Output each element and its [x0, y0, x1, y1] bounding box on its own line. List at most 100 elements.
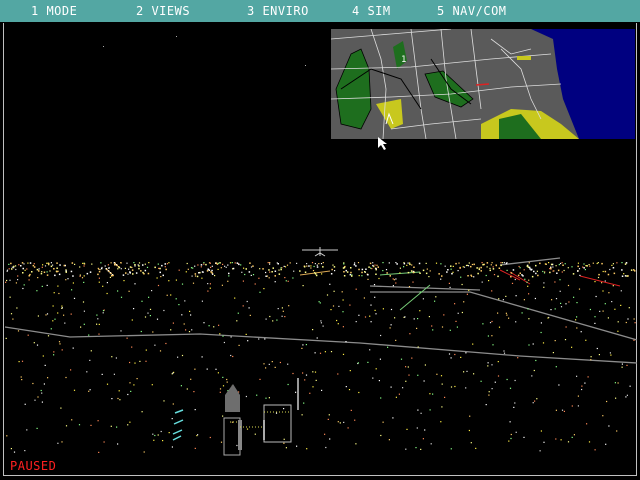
- city-light: [583, 263, 585, 265]
- city-light: [568, 301, 570, 303]
- city-light: [576, 316, 578, 318]
- city-light: [450, 268, 452, 270]
- city-light: [488, 280, 490, 282]
- city-light: [559, 262, 562, 265]
- city-light: [419, 291, 421, 293]
- city-light: [310, 267, 312, 269]
- city-light: [181, 283, 184, 285]
- city-light: [409, 262, 411, 264]
- city-light: [491, 388, 493, 390]
- city-light: [15, 265, 17, 267]
- city-light: [380, 397, 382, 399]
- city-light: [406, 264, 408, 266]
- city-light: [86, 272, 89, 275]
- city-light: [364, 271, 366, 273]
- city-light: [203, 322, 205, 324]
- city-light: [99, 269, 101, 271]
- city-light: [342, 353, 345, 355]
- city-light: [117, 397, 119, 400]
- city-light: [136, 378, 138, 380]
- city-light: [590, 359, 592, 361]
- city-light: [429, 393, 431, 395]
- city-light: [158, 267, 160, 269]
- city-light: [97, 273, 99, 276]
- city-light: [314, 371, 317, 373]
- city-light: [269, 315, 271, 318]
- city-light: [440, 421, 442, 423]
- city-light: [330, 309, 332, 311]
- city-light: [228, 275, 230, 277]
- city-light: [407, 262, 409, 264]
- city-light: [238, 344, 240, 346]
- city-light: [482, 323, 484, 325]
- city-light: [576, 302, 578, 304]
- city-light: [269, 262, 271, 264]
- city-light: [454, 303, 456, 305]
- city-light: [510, 272, 513, 274]
- city-light: [491, 335, 493, 337]
- city-light: [350, 271, 352, 274]
- nav-map[interactable]: 1: [331, 29, 635, 139]
- city-light: [493, 274, 496, 276]
- city-light: [390, 308, 393, 311]
- city-light: [333, 266, 336, 268]
- city-light: [318, 301, 320, 303]
- city-light: [561, 262, 563, 264]
- city-light: [463, 301, 465, 303]
- city-light: [224, 265, 226, 267]
- city-light: [281, 315, 283, 317]
- city-light: [528, 262, 530, 264]
- city-light: [147, 312, 149, 314]
- city-light: [23, 263, 25, 265]
- city-light: [217, 372, 219, 374]
- city-light: [540, 331, 542, 334]
- city-light: [209, 287, 211, 289]
- city-light: [98, 277, 100, 279]
- city-light: [633, 318, 635, 320]
- city-light: [386, 272, 388, 274]
- city-light: [476, 267, 478, 269]
- city-light: [455, 320, 457, 322]
- city-light: [612, 267, 615, 269]
- city-light: [225, 266, 227, 268]
- city-light: [395, 339, 397, 341]
- city-light: [374, 296, 376, 298]
- city-light: [540, 430, 542, 432]
- city-light: [375, 313, 377, 315]
- city-light: [596, 262, 598, 265]
- city-light: [572, 273, 575, 275]
- city-light: [33, 266, 36, 268]
- city-light: [500, 262, 502, 264]
- city-light: [325, 446, 327, 449]
- city-light: [535, 272, 537, 275]
- city-light: [613, 272, 616, 275]
- city-light: [170, 294, 172, 296]
- city-light: [287, 363, 289, 365]
- city-light: [357, 262, 360, 264]
- city-light: [6, 270, 8, 272]
- city-light: [246, 300, 248, 303]
- city-light: [70, 369, 72, 371]
- city-light: [42, 264, 44, 266]
- city-light: [462, 266, 464, 268]
- city-light: [355, 265, 357, 267]
- city-light: [461, 311, 463, 314]
- city-light: [274, 270, 277, 272]
- city-light: [519, 267, 521, 269]
- city-light: [355, 288, 357, 290]
- city-light: [216, 263, 219, 265]
- city-light: [580, 331, 582, 333]
- city-light: [417, 409, 419, 411]
- city-light: [533, 270, 535, 273]
- city-light: [350, 267, 352, 269]
- city-light: [285, 280, 287, 282]
- city-light: [205, 263, 207, 266]
- city-light: [374, 264, 376, 266]
- city-light: [184, 300, 186, 302]
- city-light: [385, 269, 388, 271]
- city-light: [33, 263, 35, 265]
- city-light: [324, 351, 326, 353]
- city-light: [576, 375, 578, 377]
- city-light: [120, 268, 122, 270]
- city-light: [478, 268, 481, 271]
